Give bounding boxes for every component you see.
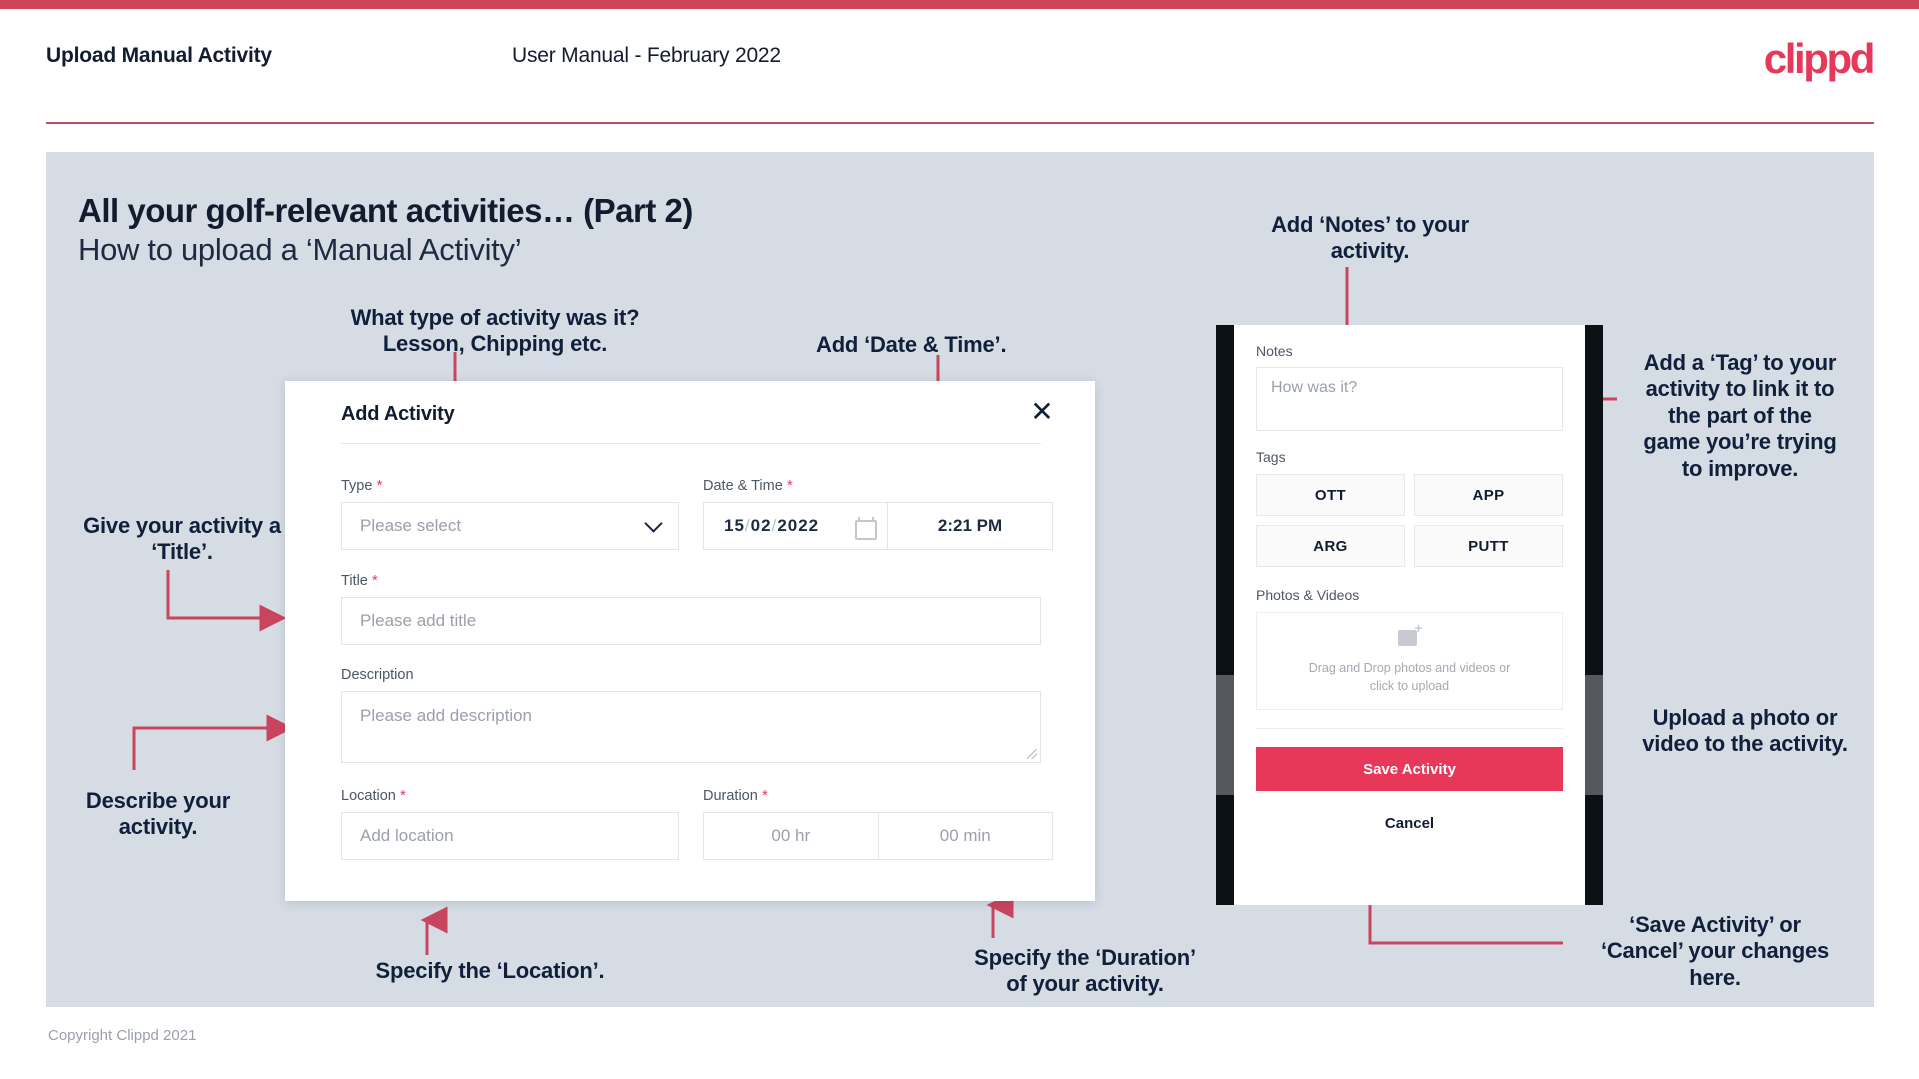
date-input[interactable]: 15/02/2022	[703, 502, 887, 550]
phone-side-button-right	[1585, 675, 1603, 795]
dialog-title: Add Activity	[341, 403, 455, 425]
dropzone-line-2: click to upload	[1369, 679, 1450, 693]
label-type: Type *	[341, 477, 383, 494]
tag-button-putt[interactable]: PUTT	[1414, 525, 1563, 567]
dropzone-line-1: Drag and Drop photos and videos or	[1308, 660, 1511, 675]
tag-button-ott[interactable]: OTT	[1256, 474, 1405, 516]
header-subtitle: User Manual - February 2022	[512, 44, 781, 67]
duration-control: 00 hr 00 min	[703, 812, 1053, 860]
phone-content: Notes How was it? Tags OTT APP ARG PUTT …	[1234, 325, 1585, 832]
slide-page: Upload Manual Activity User Manual - Feb…	[0, 0, 1919, 1079]
phone-side-button-left	[1216, 675, 1234, 795]
phone-frame-right	[1585, 325, 1603, 905]
label-datetime: Date & Time *	[703, 477, 793, 494]
phone-notes-label: Notes	[1256, 343, 1293, 359]
dropzone-text: Drag and Drop photos and videos or click…	[1309, 659, 1511, 695]
type-select[interactable]: Please select	[341, 502, 679, 550]
annotation-type: What type of activity was it? Lesson, Chi…	[350, 305, 640, 357]
description-input[interactable]: Please add description	[341, 691, 1041, 763]
annotation-description: Describe your activity.	[85, 788, 231, 840]
duration-hours-input[interactable]: 00 hr	[703, 812, 878, 860]
phone-notes-section: Notes How was it?	[1256, 343, 1563, 431]
form-row-location-duration: Location * Add location Duration * 00 hr…	[341, 787, 1053, 860]
label-location: Location *	[341, 787, 406, 804]
clippd-logo: clippd	[1763, 35, 1876, 82]
dialog-divider	[341, 443, 1041, 444]
add-image-icon	[1397, 621, 1423, 649]
annotation-location: Specify the ‘Location’.	[375, 958, 605, 983]
annotation-save: ‘Save Activity’ or ‘Cancel’ your changes h…	[1600, 912, 1830, 990]
annotation-duration: Specify the ‘Duration’ of your activity.	[974, 945, 1196, 997]
photo-upload-dropzone[interactable]: Drag and Drop photos and videos or click…	[1256, 612, 1563, 710]
phone-actions-divider	[1256, 728, 1563, 729]
location-input[interactable]: Add location	[341, 812, 679, 860]
duration-minutes-input[interactable]: 00 min	[877, 812, 1053, 860]
required-marker: *	[372, 477, 383, 494]
phone-notes-input[interactable]: How was it?	[1256, 367, 1563, 431]
field-title: Title * Please add title	[341, 572, 1041, 645]
slide-subtitle: How to upload a ‘Manual Activity’	[78, 232, 522, 267]
type-select-value: Please select	[360, 516, 462, 535]
chevron-down-icon	[644, 513, 663, 533]
label-description: Description	[341, 667, 414, 683]
form-row-type-datetime: Type * Please select Date & Time * 15/02…	[341, 477, 1053, 550]
phone-frame-left	[1216, 325, 1234, 905]
phone-photos-section: Photos & Videos Drag and Drop photos and…	[1256, 587, 1563, 710]
annotation-title: Give your activity a ‘Title’.	[83, 513, 281, 565]
add-activity-form: Type * Please select Date & Time * 15/02…	[341, 477, 1053, 860]
save-activity-button[interactable]: Save Activity	[1256, 747, 1563, 791]
phone-mockup: Notes How was it? Tags OTT APP ARG PUTT …	[1216, 325, 1603, 905]
top-accent-bar	[0, 0, 1919, 9]
cancel-button[interactable]: Cancel	[1256, 815, 1563, 832]
field-type: Type * Please select	[341, 477, 679, 550]
phone-photos-label: Photos & Videos	[1256, 587, 1360, 603]
required-marker: *	[757, 787, 768, 804]
required-marker: *	[367, 572, 378, 589]
time-input[interactable]: 2:21 PM	[887, 502, 1053, 550]
field-datetime: Date & Time * 15/02/2022 2:21 PM	[703, 477, 1053, 550]
tag-button-app[interactable]: APP	[1414, 474, 1563, 516]
calendar-icon[interactable]	[855, 516, 877, 540]
title-input[interactable]: Please add title	[341, 597, 1041, 645]
phone-tags-label: Tags	[1256, 449, 1286, 465]
datetime-control: 15/02/2022 2:21 PM	[703, 502, 1053, 550]
resize-handle-icon[interactable]	[1027, 749, 1037, 759]
field-duration: Duration * 00 hr 00 min	[703, 787, 1053, 860]
phone-screen: Notes How was it? Tags OTT APP ARG PUTT …	[1234, 325, 1585, 905]
required-marker: *	[782, 477, 793, 494]
date-value: 15/02/2022	[724, 516, 820, 535]
annotation-datetime: Add ‘Date & Time’.	[816, 332, 1007, 357]
field-location: Location * Add location	[341, 787, 679, 860]
required-marker: *	[395, 787, 406, 804]
annotation-tag: Add a ‘Tag’ to your activity to link it t…	[1643, 350, 1837, 481]
label-duration: Duration *	[703, 787, 768, 804]
phone-tag-grid: OTT APP ARG PUTT	[1256, 474, 1563, 567]
annotation-upload: Upload a photo or video to the activity.	[1642, 705, 1848, 757]
annotation-notes: Add ‘Notes’ to your activity.	[1271, 212, 1469, 264]
tag-button-arg[interactable]: ARG	[1256, 525, 1405, 567]
close-icon[interactable]: ✕	[1027, 397, 1057, 427]
phone-tags-section: Tags OTT APP ARG PUTT	[1256, 449, 1563, 567]
dialog-header: Add Activity ✕	[285, 381, 1095, 443]
slide-title: All your golf-relevant activities… (Part…	[78, 192, 693, 229]
header-divider	[46, 122, 1874, 124]
copyright-text: Copyright Clippd 2021	[48, 1027, 197, 1044]
add-activity-dialog: Add Activity ✕ Type * Please select Date…	[285, 381, 1095, 901]
label-title: Title *	[341, 572, 378, 589]
description-placeholder: Please add description	[360, 706, 533, 725]
field-description: Description Please add description	[341, 667, 1041, 763]
page-title: Upload Manual Activity	[46, 44, 272, 67]
